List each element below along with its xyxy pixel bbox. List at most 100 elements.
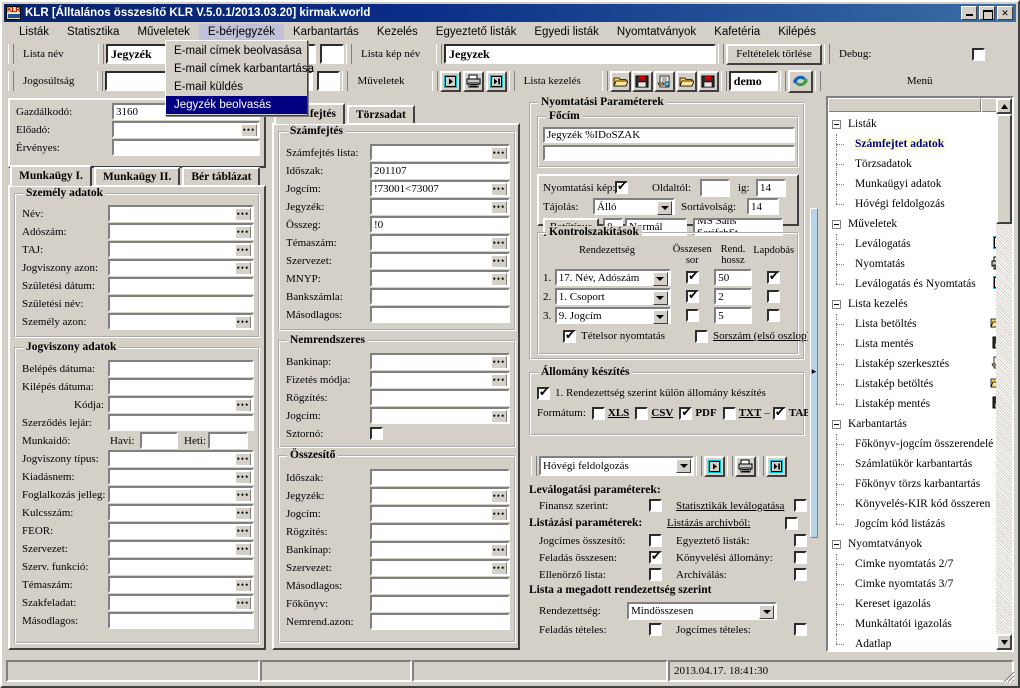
tree-item[interactable]: Kereset igazolás: [830, 594, 1012, 614]
toolbar-grip[interactable]: [727, 456, 733, 476]
tree-item[interactable]: Leválogatás: [830, 234, 1012, 254]
lista-nev-extra-input[interactable]: [320, 44, 344, 64]
tree-item[interactable]: Törzsadatok: [830, 154, 1012, 174]
tree-item[interactable]: Számfejtet adatok: [830, 134, 1012, 154]
toolbar-grip[interactable]: [346, 44, 352, 64]
tree-group[interactable]: Műveletek: [830, 214, 1012, 234]
konyvelesi-allomany-checkbox[interactable]: [794, 551, 807, 564]
tetelsor-checkbox[interactable]: [563, 329, 576, 343]
toolbar-grip[interactable]: [342, 71, 349, 91]
dropdown-item-email-cimek-beolvasasa[interactable]: E-mail címek beolvasása: [166, 42, 307, 60]
sz-temaszam-input[interactable]: [370, 234, 510, 251]
o-szervezet-ellipsis-button[interactable]: [491, 562, 507, 574]
jegyzek-ellipsis-button[interactable]: [491, 201, 507, 213]
row2-hossz-input[interactable]: 2: [714, 288, 752, 305]
tree-item[interactable]: Számlatükör karbantartás: [830, 454, 1012, 474]
menu-item-egyedi-listak[interactable]: Egyedi listák: [525, 24, 608, 40]
expand-icon[interactable]: [832, 539, 841, 549]
chevron-down-icon[interactable]: [652, 310, 668, 324]
menu-item-statisztika[interactable]: Statisztika: [58, 24, 128, 40]
feor-ellipsis-button[interactable]: [235, 525, 251, 537]
scroll-up-button[interactable]: [996, 98, 1012, 114]
o-bankinap-input[interactable]: [370, 541, 510, 558]
tree-group[interactable]: Lista kezelés: [830, 294, 1012, 314]
toolbar-grip[interactable]: [436, 44, 442, 64]
expand-icon[interactable]: [832, 219, 841, 229]
minimize-button[interactable]: [961, 6, 977, 20]
archivalas-checkbox[interactable]: [794, 568, 807, 581]
o-jegyzek-input[interactable]: [370, 487, 510, 504]
toolbar-grip[interactable]: [696, 456, 702, 476]
kilepes-datuma-input[interactable]: [108, 378, 254, 395]
tree-item[interactable]: Listakép betöltés: [830, 374, 1012, 394]
tab-torzsadat[interactable]: Törzsadat: [347, 105, 415, 124]
row2-lapdobas-checkbox[interactable]: [766, 290, 780, 303]
adoszam-input[interactable]: [108, 223, 254, 240]
menu-item-karbantartas[interactable]: Karbantartás: [284, 24, 368, 40]
play-print-icon-button[interactable]: [485, 70, 507, 92]
menu-item-kilepes[interactable]: Kilépés: [769, 24, 825, 40]
scrollbar-thumb[interactable]: [996, 114, 1012, 224]
save-disk2-icon-button[interactable]: [697, 70, 719, 92]
munkaido-heti-input[interactable]: [208, 432, 248, 449]
jogcimes-teteles-checkbox[interactable]: [794, 623, 807, 636]
row3-rendezettseg-select[interactable]: 9. Jogcím: [554, 307, 671, 324]
kulcsszam-ellipsis-button[interactable]: [235, 507, 251, 519]
row1-hossz-input[interactable]: 50: [714, 269, 752, 286]
fizetes-modja-input[interactable]: [370, 371, 510, 388]
expand-icon[interactable]: [832, 299, 841, 309]
tree-item[interactable]: Leválogatás és Nyomtatás: [830, 274, 1012, 294]
tree-item[interactable]: Főkönyv-jogcím összerendelé: [830, 434, 1012, 454]
resize-grip[interactable]: [1002, 670, 1016, 684]
format-csv-checkbox[interactable]: [635, 406, 649, 420]
tab-ber-tablazat[interactable]: Bér táblázat: [182, 167, 261, 186]
rendezettseg-select[interactable]: Mindösszesen: [627, 602, 777, 620]
expand-icon[interactable]: [832, 419, 841, 429]
process-play-print-icon-button[interactable]: [766, 455, 787, 477]
row1-lapdobas-checkbox[interactable]: [766, 270, 780, 284]
tree-scrollbar[interactable]: [996, 98, 1012, 650]
foglalkozas-jelleg-ellipsis-button[interactable]: [235, 489, 251, 501]
masodlagos-input[interactable]: [108, 612, 254, 629]
mnyp-input[interactable]: [370, 270, 510, 287]
tree-item[interactable]: Hóvégi feldolgozás: [830, 194, 1012, 214]
eloado-input[interactable]: [112, 121, 260, 138]
tajolas-select[interactable]: Álló: [593, 198, 675, 215]
szuletesi-nev-input[interactable]: [108, 295, 254, 312]
kodja-input[interactable]: [108, 396, 254, 413]
tree-item[interactable]: Nyomtatás: [830, 254, 1012, 274]
row3-hossz-input[interactable]: 5: [714, 307, 752, 324]
toolbar-grip[interactable]: [97, 71, 104, 91]
o-bankinap-ellipsis-button[interactable]: [491, 544, 507, 556]
jogcimes-osszesito-checkbox[interactable]: [649, 534, 662, 547]
e-berjegyzek-dropdown-menu[interactable]: E-mail címek beolvasása E-mail címek kar…: [165, 40, 314, 116]
sortavolsag-input[interactable]: 14: [747, 198, 779, 215]
jogviszony-tipus-input[interactable]: [108, 450, 254, 467]
o-jogcim-input[interactable]: [370, 505, 510, 522]
bankinap-ellipsis-button[interactable]: [491, 356, 507, 368]
o-idoszak-input[interactable]: [370, 469, 510, 486]
szamfejtes-lista-ellipsis-button[interactable]: [491, 147, 507, 159]
listazas-archivbol-checkbox[interactable]: [785, 516, 798, 530]
belepes-datuma-input[interactable]: [108, 360, 254, 377]
finansz-szerint-checkbox[interactable]: [649, 499, 662, 512]
menu-item-nyomtatvanyok[interactable]: Nyomtatványok: [608, 24, 705, 40]
open-folder2-icon-button[interactable]: [675, 70, 697, 92]
tree-item[interactable]: Munkaügyi adatok: [830, 174, 1012, 194]
focim-line1-input[interactable]: Jegyzék %IDoSZAK: [543, 127, 795, 143]
toolbar-grip[interactable]: [601, 71, 608, 91]
eloado-ellipsis-button[interactable]: [241, 124, 257, 136]
panel-splitter[interactable]: ▸: [808, 98, 820, 650]
lista-kep-nev-input[interactable]: Jegyzek: [444, 44, 716, 64]
szakfeladat-ellipsis-button[interactable]: [235, 597, 251, 609]
kiadasnem-ellipsis-button[interactable]: [235, 471, 251, 483]
taj-input[interactable]: [108, 241, 254, 258]
munkaido-havi-input[interactable]: [140, 432, 178, 449]
o-jogcim-ellipsis-button[interactable]: [491, 508, 507, 520]
chevron-down-icon[interactable]: [676, 459, 691, 473]
ig-input[interactable]: 14: [756, 178, 786, 197]
menu-item-egyezteto-listak[interactable]: Egyeztető listák: [427, 24, 526, 40]
egyezteto-listak-checkbox[interactable]: [794, 534, 807, 547]
dropdown-item-email-cimek-karbantartasa[interactable]: E-mail címek karbantartása: [166, 60, 314, 78]
osszeg-input[interactable]: !0: [370, 216, 510, 233]
